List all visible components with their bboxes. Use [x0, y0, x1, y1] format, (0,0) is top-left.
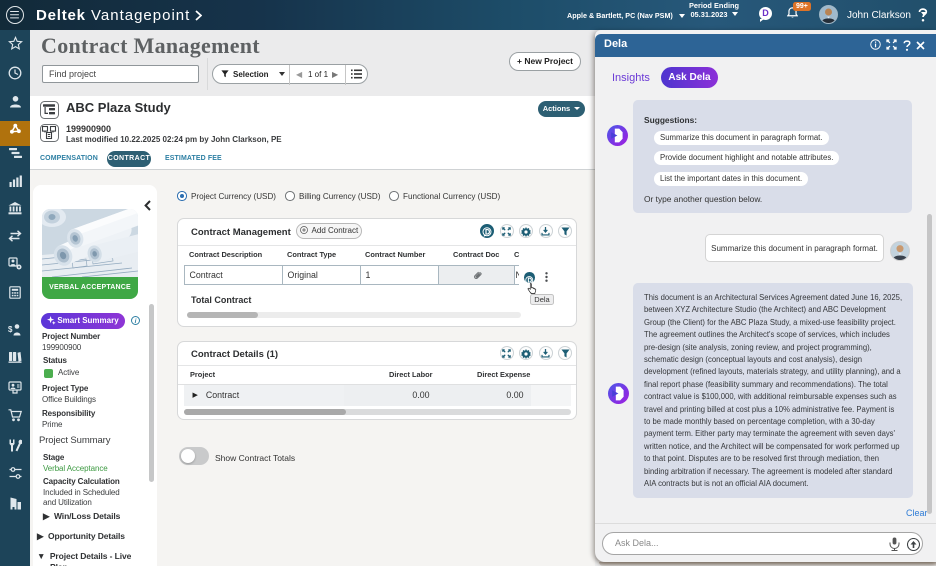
- svg-text:$: $: [8, 325, 13, 334]
